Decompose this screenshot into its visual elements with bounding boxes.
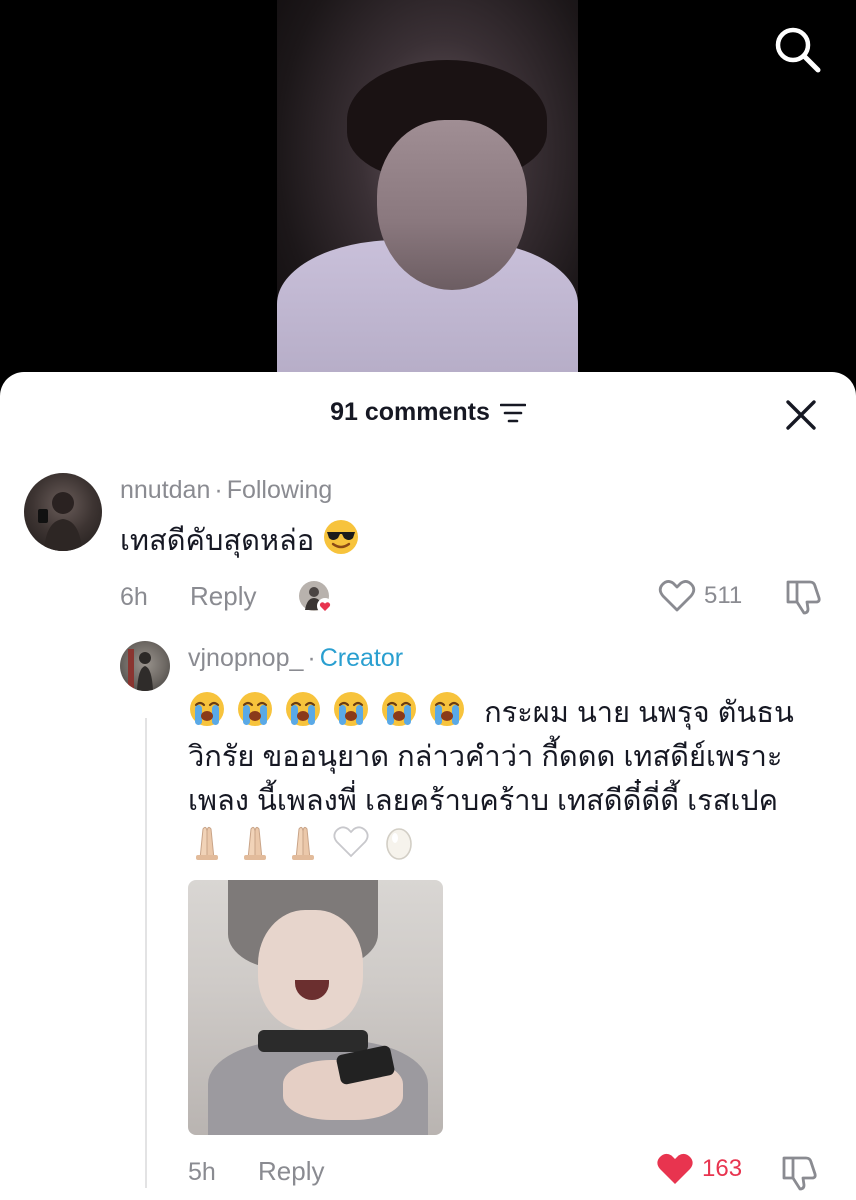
trailing-emojis bbox=[188, 826, 428, 862]
egg-emoji-icon bbox=[386, 828, 412, 860]
loudly-crying-emoji-icon bbox=[430, 692, 464, 726]
folded-hands-emoji-icon bbox=[244, 826, 266, 860]
heart-outline-icon bbox=[658, 580, 696, 612]
dislike-button[interactable] bbox=[780, 1152, 820, 1192]
comment-body: เทสดีคับสุดหล่อ bbox=[120, 525, 315, 557]
reply-thread-line bbox=[145, 718, 147, 1188]
avatar-photo bbox=[38, 492, 82, 551]
comment-attached-image[interactable] bbox=[188, 880, 443, 1135]
close-button[interactable] bbox=[784, 398, 818, 432]
loudly-crying-emoji-icon bbox=[286, 692, 320, 726]
image-person-face bbox=[258, 910, 363, 1030]
like-button[interactable]: 511 bbox=[658, 579, 742, 613]
comment-text: กระผม นาย นพรุจ ตันธนวิกรัย ขออนุยาด กล่… bbox=[188, 690, 828, 868]
comments-header: 91 comments bbox=[0, 372, 856, 458]
comment-username-row[interactable]: vjnopnop_ · Creator bbox=[188, 644, 403, 673]
loudly-crying-emoji-icon bbox=[382, 692, 416, 726]
reply-button[interactable]: Reply bbox=[258, 1156, 324, 1187]
creator-badge: Creator bbox=[319, 644, 404, 672]
following-badge: Following bbox=[226, 476, 333, 504]
leading-emojis bbox=[188, 692, 476, 729]
creator-liked-avatar bbox=[299, 581, 333, 614]
reply-button[interactable]: Reply bbox=[190, 581, 256, 612]
image-person-collar bbox=[258, 1030, 368, 1052]
comment-timestamp: 6h bbox=[120, 583, 148, 611]
dislike-button[interactable] bbox=[784, 576, 824, 616]
comment-text: เทสดีคับสุดหล่อ bbox=[120, 518, 360, 563]
heart-filled-icon bbox=[657, 1153, 693, 1184]
sunglasses-emoji-icon bbox=[324, 520, 359, 554]
comments-sheet: 91 comments nnutdan · Following เทสดีคับ… bbox=[0, 372, 856, 1200]
like-count: 511 bbox=[704, 582, 743, 609]
comment-timestamp: 5h bbox=[188, 1158, 216, 1186]
separator-dot: · bbox=[214, 476, 223, 504]
avatar-photo bbox=[128, 649, 153, 691]
search-icon bbox=[775, 27, 821, 73]
sort-icon[interactable] bbox=[499, 402, 526, 424]
folded-hands-emoji-icon bbox=[292, 826, 314, 860]
white-heart-emoji-icon bbox=[333, 826, 369, 858]
loudly-crying-emoji-icon bbox=[334, 692, 368, 726]
video-player[interactable] bbox=[0, 0, 856, 400]
thumbs-down-icon bbox=[786, 580, 821, 615]
comments-title: 91 comments bbox=[0, 398, 856, 427]
search-button[interactable] bbox=[772, 24, 822, 74]
close-icon bbox=[786, 400, 816, 430]
like-button[interactable]: 163 bbox=[656, 1152, 742, 1186]
loudly-crying-emoji-icon bbox=[238, 692, 272, 726]
comments-count-label: 91 comments bbox=[330, 398, 490, 426]
loudly-crying-emoji-icon bbox=[190, 692, 224, 726]
avatar[interactable] bbox=[24, 473, 102, 551]
thumbs-down-icon bbox=[782, 1156, 817, 1191]
comment-username-row[interactable]: nnutdan · Following bbox=[120, 476, 332, 505]
avatar[interactable] bbox=[120, 641, 170, 691]
video-person-face bbox=[377, 120, 527, 290]
folded-hands-emoji-icon bbox=[196, 826, 218, 860]
separator-dot: · bbox=[307, 644, 316, 672]
like-count: 163 bbox=[702, 1155, 743, 1182]
comment-username[interactable]: nnutdan bbox=[120, 476, 210, 504]
creator-liked-indicator bbox=[298, 580, 334, 616]
video-frame[interactable] bbox=[277, 0, 578, 380]
comment-username[interactable]: vjnopnop_ bbox=[188, 644, 303, 672]
